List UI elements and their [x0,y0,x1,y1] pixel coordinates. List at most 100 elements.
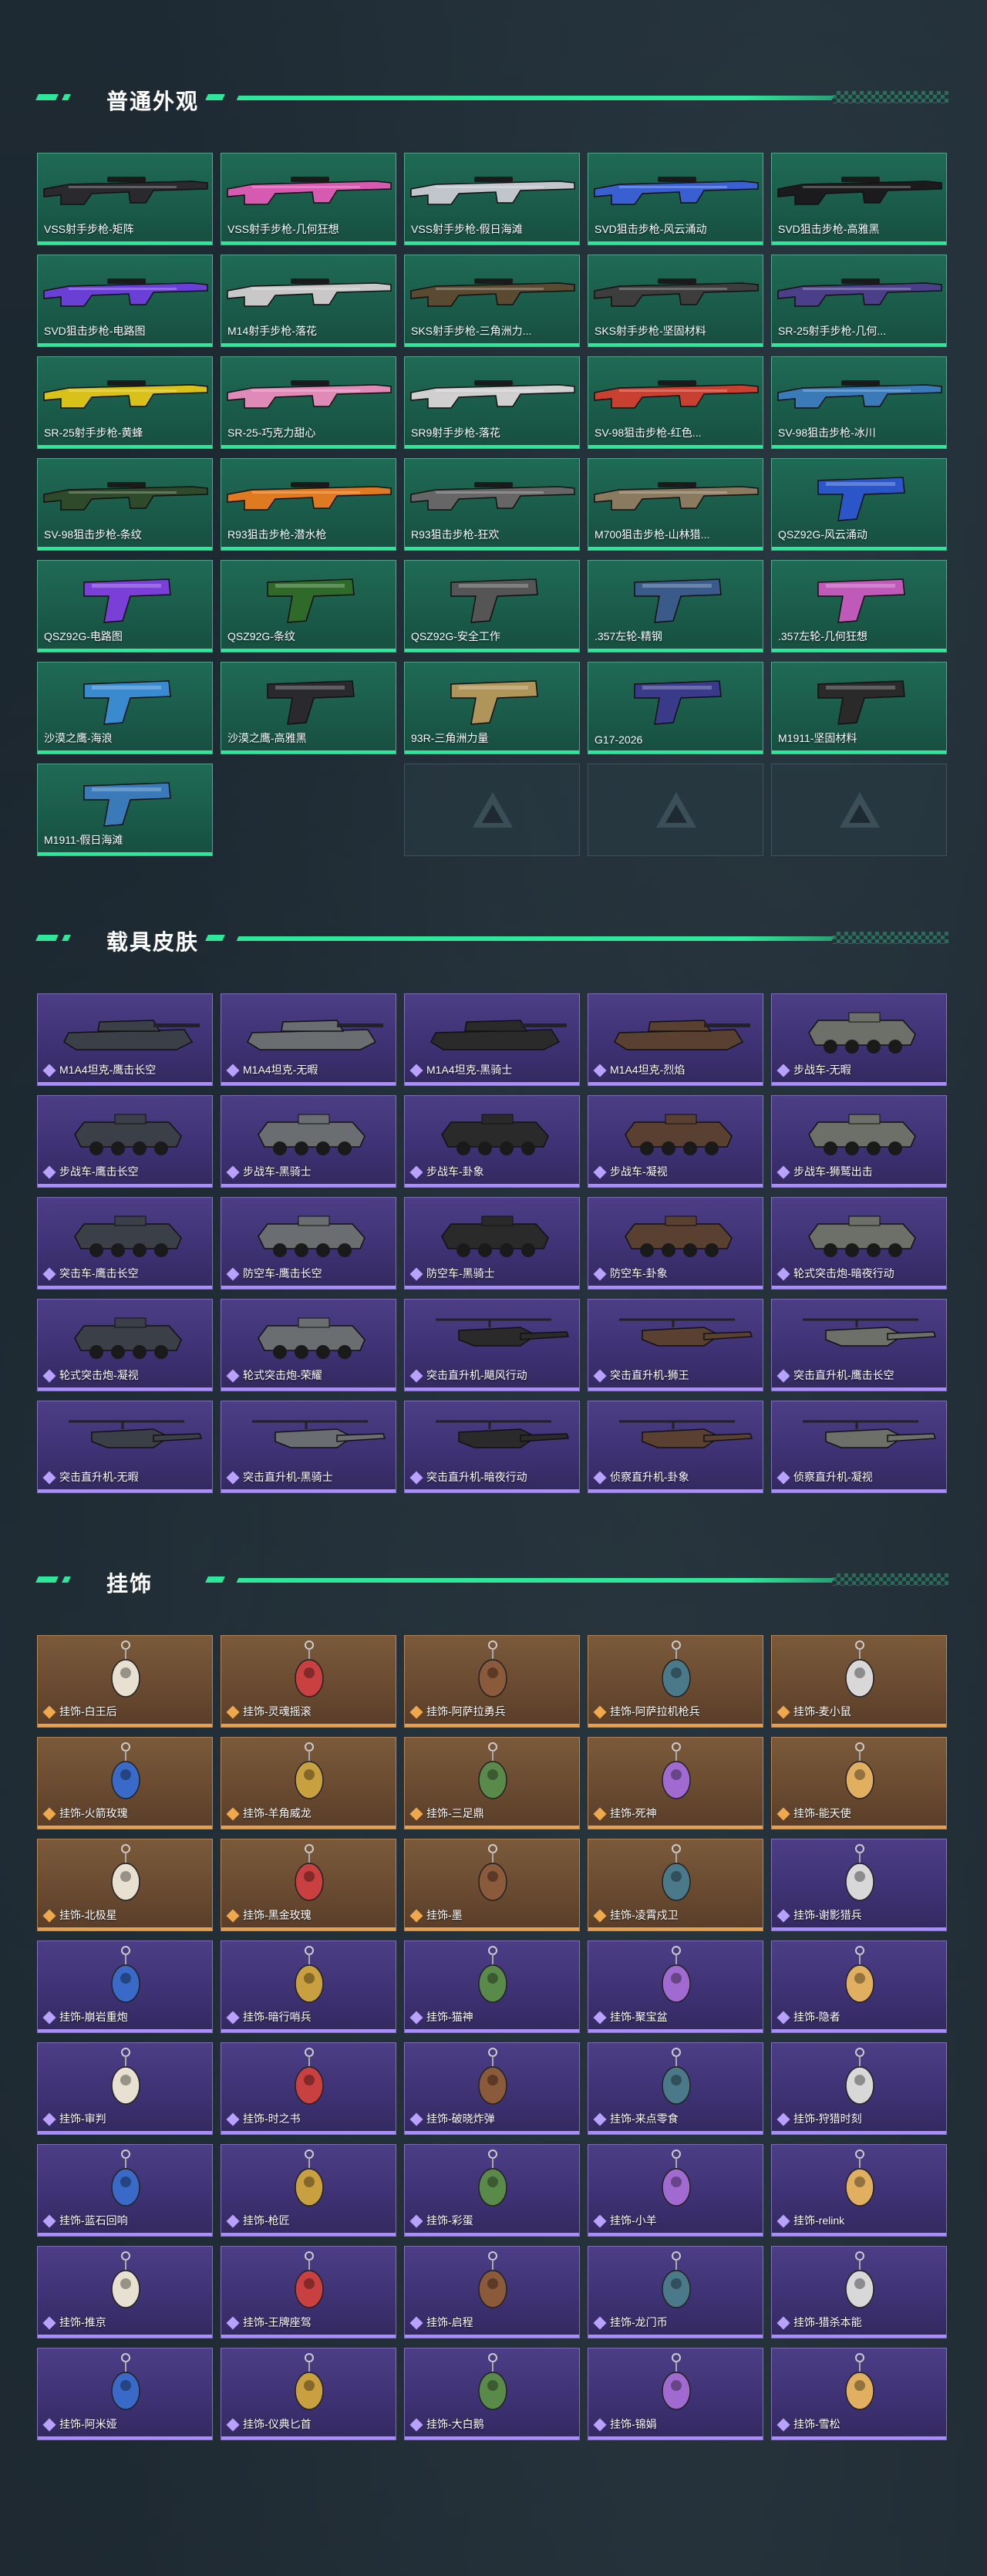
item-card[interactable]: 挂饰-死神 [588,1737,763,1829]
item-card[interactable]: .357左轮-几何狂想 [771,560,947,652]
item-card[interactable]: SR-25射手步枪-几何... [771,255,947,347]
item-card[interactable]: 轮式突击炮-暗夜行动 [771,1197,947,1290]
item-card[interactable]: 步战车-凝视 [588,1095,763,1188]
item-card[interactable]: QSZ92G-安全工作 [404,560,580,652]
item-card[interactable]: 挂饰-审判 [37,2042,213,2135]
item-card[interactable]: 挂饰-暗行哨兵 [221,1940,396,2033]
item-card[interactable]: 突击车-鹰击长空 [37,1197,213,1290]
item-card[interactable]: 防空车-鹰击长空 [221,1197,396,1290]
item-card[interactable]: 挂饰-谢影猎兵 [771,1839,947,1931]
item-card[interactable]: G17-2026 [588,662,763,754]
item-card[interactable]: 轮式突击炮-凝视 [37,1299,213,1391]
item-card[interactable]: 沙漠之鹰-海浪 [37,662,213,754]
item-card[interactable]: 挂饰-relink [771,2144,947,2237]
item-card[interactable]: M1911-假日海滩 [37,764,213,856]
item-card[interactable]: 步战车-卦象 [404,1095,580,1188]
item-card[interactable]: 挂饰-阿米娅 [37,2348,213,2440]
vehicle-image [619,1318,753,1347]
item-card[interactable]: SR-25-巧克力甜心 [221,356,396,449]
item-card[interactable]: 防空车-黑骑士 [404,1197,580,1290]
item-card[interactable]: M14射手步枪-落花 [221,255,396,347]
item-card[interactable]: VSS射手步枪-矩阵 [37,153,213,245]
item-label: 93R-三角洲力量 [411,732,489,744]
item-card[interactable]: 侦察直升机-卦象 [588,1401,763,1493]
item-card[interactable]: 侦察直升机-凝视 [771,1401,947,1493]
item-card[interactable]: 突击直升机-狮王 [588,1299,763,1391]
item-card[interactable]: 步战车-无暇 [771,993,947,1086]
item-card[interactable]: M1911-坚固材料 [771,662,947,754]
item-card[interactable]: 挂饰-猫神 [404,1940,580,2033]
item-card[interactable]: 挂饰-王牌座驾 [221,2246,396,2338]
item-card[interactable]: 步战车-鹰击长空 [37,1095,213,1188]
item-card[interactable]: 挂饰-小羊 [588,2144,763,2237]
item-card[interactable]: 挂饰-启程 [404,2246,580,2338]
item-card[interactable]: SV-98狙击步枪-条纹 [37,458,213,551]
item-card[interactable]: 挂饰-来点零食 [588,2042,763,2135]
item-card[interactable]: M1A4坦克-鹰击长空 [37,993,213,1086]
item-card[interactable]: 93R-三角洲力量 [404,662,580,754]
item-card[interactable]: VSS射手步枪-几何狂想 [221,153,396,245]
item-card[interactable]: 挂饰-蓝石回响 [37,2144,213,2237]
item-card[interactable]: 突击直升机-暗夜行动 [404,1401,580,1493]
item-card[interactable]: 挂饰-隐者 [771,1940,947,2033]
item-card[interactable]: M1A4坦克-黑骑士 [404,993,580,1086]
item-card[interactable]: 挂饰-破晓炸弹 [404,2042,580,2135]
item-card[interactable]: 挂饰-墨 [404,1839,580,1931]
item-card[interactable]: 挂饰-能天使 [771,1737,947,1829]
item-card[interactable]: 挂饰-聚宝盆 [588,1940,763,2033]
item-card[interactable]: 挂饰-枪匠 [221,2144,396,2237]
item-card[interactable]: 挂饰-崩岩重炮 [37,1940,213,2033]
item-card[interactable]: 挂饰-大白鹅 [404,2348,580,2440]
item-card[interactable]: 防空车-卦象 [588,1197,763,1290]
item-card[interactable]: .357左轮-精钢 [588,560,763,652]
item-card[interactable]: 挂饰-猎杀本能 [771,2246,947,2338]
item-card[interactable]: 沙漠之鹰-高雅黑 [221,662,396,754]
item-card[interactable]: R93狙击步枪-狂欢 [404,458,580,551]
item-card[interactable]: 挂饰-阿萨拉机枪兵 [588,1635,763,1728]
item-card[interactable]: 步战车-黑骑士 [221,1095,396,1188]
item-card[interactable]: 步战车-狮鹫出击 [771,1095,947,1188]
item-card[interactable]: 突击直升机-黑骑士 [221,1401,396,1493]
item-card[interactable]: 挂饰-狩猎时刻 [771,2042,947,2135]
item-card[interactable]: 挂饰-雪松 [771,2348,947,2440]
item-card[interactable]: M1A4坦克-烈焰 [588,993,763,1086]
item-card[interactable]: QSZ92G-电路图 [37,560,213,652]
item-card[interactable]: 挂饰-北极星 [37,1839,213,1931]
item-card[interactable]: 挂饰-白王后 [37,1635,213,1728]
item-card[interactable]: 挂饰-彩蛋 [404,2144,580,2237]
item-card[interactable]: 突击直升机-鹰击长空 [771,1299,947,1391]
item-card[interactable]: SVD狙击步枪-高雅黑 [771,153,947,245]
item-card[interactable]: SVD狙击步枪-风云涌动 [588,153,763,245]
item-card[interactable]: 轮式突击炮-荣耀 [221,1299,396,1391]
item-card[interactable]: 挂饰-锦娟 [588,2348,763,2440]
item-card[interactable]: 突击直升机-无暇 [37,1401,213,1493]
item-card[interactable]: 挂饰-麦小鼠 [771,1635,947,1728]
item-card[interactable]: SR9射手步枪-落花 [404,356,580,449]
item-card[interactable]: 挂饰-羊角威龙 [221,1737,396,1829]
charm-image [845,2048,874,2105]
rarity-diamond-icon [42,2011,56,2025]
item-card[interactable]: VSS射手步枪-假日海滩 [404,153,580,245]
item-card[interactable]: QSZ92G-条纹 [221,560,396,652]
item-card[interactable]: SV-98狙击步枪-红色... [588,356,763,449]
item-card[interactable]: 挂饰-火箭玫瑰 [37,1737,213,1829]
item-card[interactable]: 挂饰-仪典匕首 [221,2348,396,2440]
item-card[interactable]: 挂饰-阿萨拉勇兵 [404,1635,580,1728]
item-card[interactable]: R93狙击步枪-潜水枪 [221,458,396,551]
item-card[interactable]: 突击直升机-飓风行动 [404,1299,580,1391]
item-card[interactable]: 挂饰-凌霄戍卫 [588,1839,763,1931]
item-card[interactable]: M700狙击步枪-山林猎... [588,458,763,551]
item-card[interactable]: M1A4坦克-无暇 [221,993,396,1086]
item-card[interactable]: SKS射手步枪-三角洲力... [404,255,580,347]
item-card[interactable]: 挂饰-推京 [37,2246,213,2338]
item-card[interactable]: 挂饰-三足鼎 [404,1737,580,1829]
item-card[interactable]: 挂饰-黑金玫瑰 [221,1839,396,1931]
item-card[interactable]: SVD狙击步枪-电路图 [37,255,213,347]
item-card[interactable]: SR-25射手步枪-黄蜂 [37,356,213,449]
item-card[interactable]: 挂饰-龙门币 [588,2246,763,2338]
item-card[interactable]: QSZ92G-风云涌动 [771,458,947,551]
item-card[interactable]: SKS射手步枪-坚固材料 [588,255,763,347]
item-card[interactable]: SV-98狙击步枪-冰川 [771,356,947,449]
item-card[interactable]: 挂饰-时之书 [221,2042,396,2135]
item-card[interactable]: 挂饰-灵魂摇滚 [221,1635,396,1728]
